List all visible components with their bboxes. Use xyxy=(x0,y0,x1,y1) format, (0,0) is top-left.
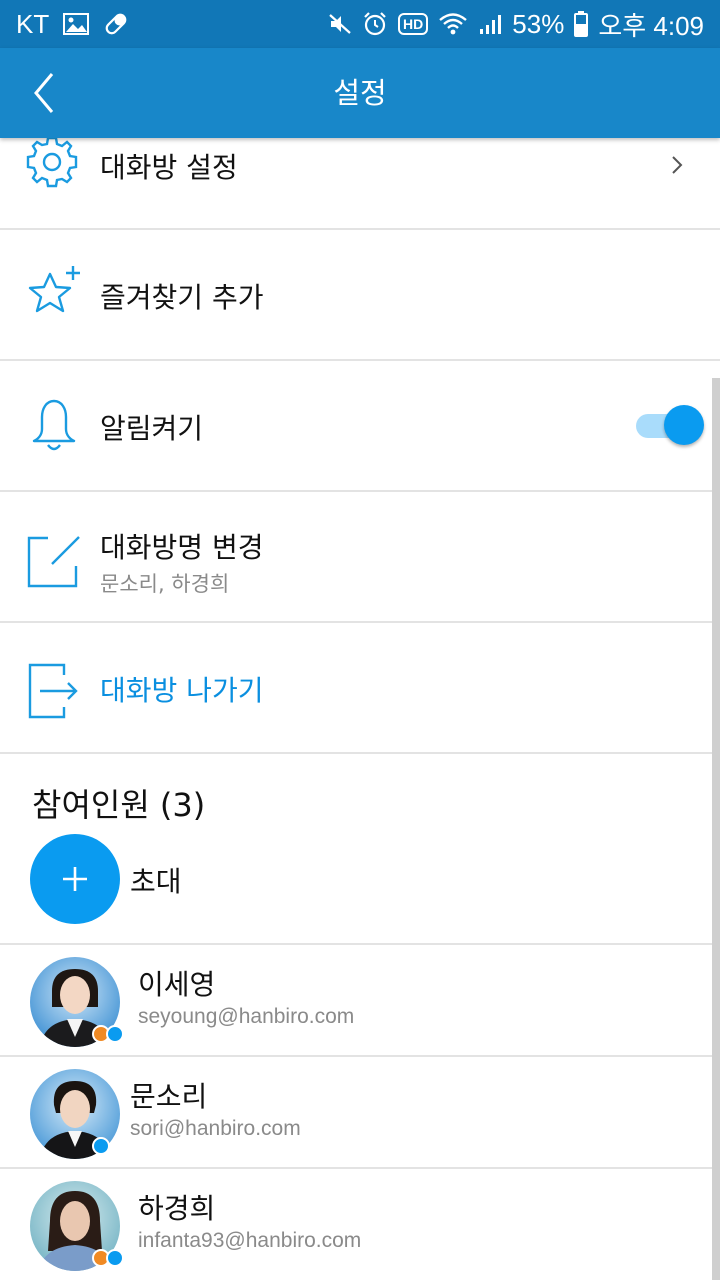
invite-button[interactable] xyxy=(30,834,120,924)
member-row[interactable]: 하경희 infanta93@hanbiro.com xyxy=(0,1169,720,1280)
invite-label[interactable]: 초대 xyxy=(130,860,182,900)
member-name: 문소리 xyxy=(130,1080,208,1113)
exit-icon xyxy=(28,663,78,719)
notifications-toggle[interactable] xyxy=(636,403,704,447)
rename-chat-row[interactable]: 대화방명 변경 문소리, 하경희 xyxy=(0,492,720,623)
status-badge-online xyxy=(106,1025,124,1043)
chevron-right-icon xyxy=(672,156,683,174)
participants-title: 참여인원 (3) xyxy=(32,786,206,824)
member-row[interactable]: 문소리 sori@hanbiro.com xyxy=(0,1057,720,1169)
status-badge-online xyxy=(106,1249,124,1267)
pill-icon xyxy=(103,11,129,37)
star-plus-icon xyxy=(28,266,80,313)
carrier-label: KT xyxy=(16,8,50,39)
settings-content: 대화방 설정 즐겨찾기 추가 알림켜기 대화방명 변경 문소리, 하경희 대화방… xyxy=(0,138,720,1280)
scrollbar[interactable] xyxy=(712,378,720,1280)
member-email: seyoung@hanbiro.com xyxy=(138,1005,355,1028)
plus-icon xyxy=(63,867,87,891)
battery-percent: 53% xyxy=(512,8,565,39)
mute-icon xyxy=(328,12,352,36)
rename-chat-label: 대화방명 변경 xyxy=(100,531,264,564)
hd-icon: HD xyxy=(398,13,429,35)
edit-icon xyxy=(27,536,80,588)
leave-chat-label: 대화방 나가기 xyxy=(100,674,264,707)
page-title: 설정 xyxy=(333,76,387,110)
chat-settings-row[interactable]: 대화방 설정 xyxy=(0,138,720,230)
gear-icon xyxy=(26,138,78,188)
toggle-knob xyxy=(664,405,704,445)
member-email: sori@hanbiro.com xyxy=(130,1117,301,1140)
member-email: infanta93@hanbiro.com xyxy=(138,1229,362,1252)
app-bar: 설정 xyxy=(0,48,720,138)
add-favorite-label: 즐겨찾기 추가 xyxy=(100,281,264,314)
notifications-label: 알림켜기 xyxy=(100,412,204,445)
member-name: 이세영 xyxy=(138,968,216,1001)
leave-chat-row[interactable]: 대화방 나가기 xyxy=(0,623,720,754)
bell-icon xyxy=(32,399,76,451)
chat-settings-label: 대화방 설정 xyxy=(100,151,238,184)
image-icon xyxy=(63,13,90,35)
notifications-row[interactable]: 알림켜기 xyxy=(0,361,720,492)
rename-chat-subtitle: 문소리, 하경희 xyxy=(100,572,230,596)
member-row[interactable]: 이세영 seyoung@hanbiro.com xyxy=(0,945,720,1057)
member-name: 하경희 xyxy=(138,1192,216,1225)
add-favorite-row[interactable]: 즐겨찾기 추가 xyxy=(0,230,720,361)
wifi-icon xyxy=(438,12,468,36)
status-badge-online xyxy=(92,1137,110,1155)
alarm-icon xyxy=(362,11,388,37)
clock: 오후 4:09 xyxy=(598,10,704,41)
battery-icon xyxy=(574,11,589,37)
signal-icon xyxy=(478,12,502,36)
status-bar: KT HD 53% 오후 4:09 xyxy=(0,0,720,48)
